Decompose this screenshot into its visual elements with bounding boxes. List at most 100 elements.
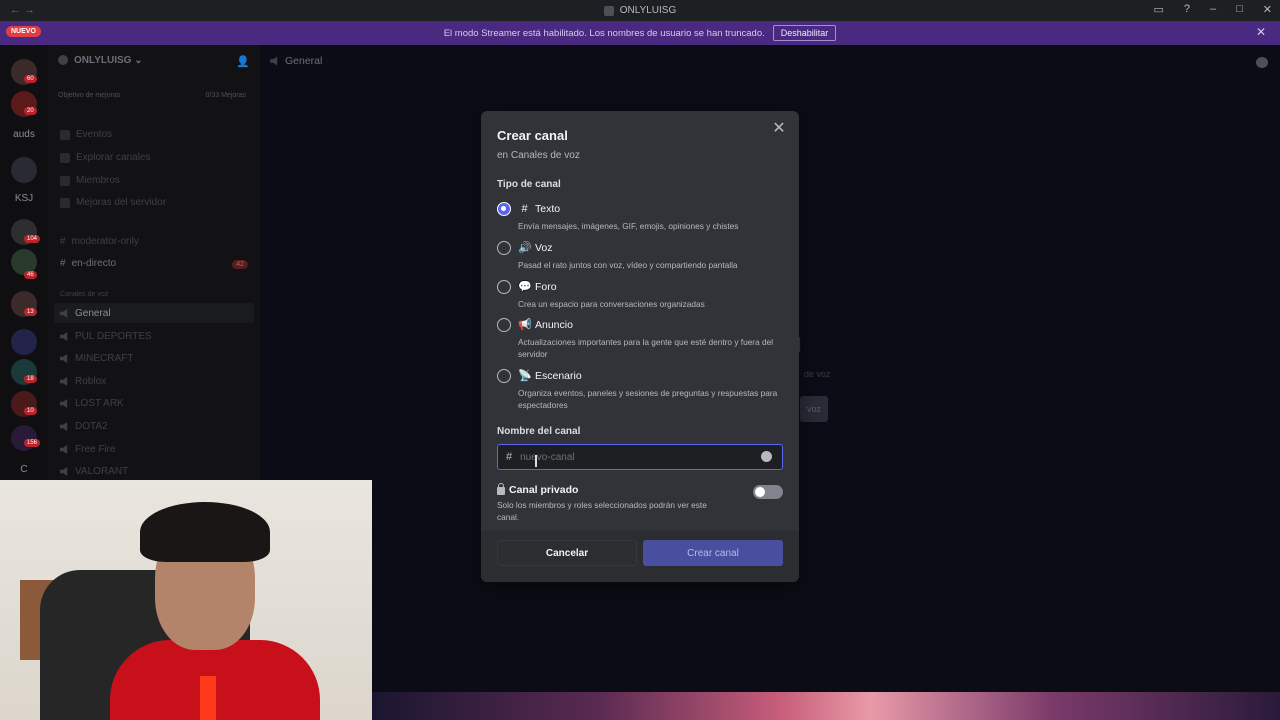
channel-title: General xyxy=(285,55,323,67)
speaker-icon xyxy=(60,445,68,454)
voice-channel-general[interactable]: General xyxy=(60,308,111,319)
voice-channel[interactable]: PUL DEPORTES xyxy=(60,331,152,342)
chat-icon[interactable] xyxy=(1256,57,1268,68)
rail-badge: 46 xyxy=(24,271,37,279)
private-channel-desc: Solo los miembros y roles seleccionados … xyxy=(497,500,707,522)
speaker-icon xyxy=(60,422,68,431)
lock-icon xyxy=(497,483,505,495)
voice-channel[interactable]: MINECRAFT xyxy=(60,353,133,364)
calendar-icon xyxy=(60,129,70,140)
banner-close-icon[interactable]: ✕ xyxy=(1256,25,1266,39)
megaphone-icon: 📢 xyxy=(518,319,532,331)
server-avatar[interactable] xyxy=(11,425,37,451)
rail-badge: 18 xyxy=(24,375,37,383)
speaker-icon xyxy=(60,467,68,476)
rail-badge: 20 xyxy=(24,107,37,115)
nav-events[interactable]: Eventos xyxy=(60,129,112,140)
option-desc: Organiza eventos, paneles y sesiones de … xyxy=(518,388,778,410)
nav-members[interactable]: Miembros xyxy=(60,175,120,186)
speaker-icon xyxy=(60,399,68,408)
boost-goal[interactable]: Objetivo de mejoras 0/33 Mejoras xyxy=(58,92,246,99)
channel-name-input[interactable] xyxy=(520,451,751,463)
speaker-icon xyxy=(60,332,68,341)
modal-subtitle: en Canales de voz xyxy=(497,150,580,161)
hash-icon: # xyxy=(60,258,66,269)
help-icon[interactable]: ? xyxy=(1184,3,1190,16)
text-cursor xyxy=(535,455,537,467)
cancel-button[interactable]: Cancelar xyxy=(497,540,637,566)
option-label: Escenario xyxy=(535,370,582,382)
channel-type-label: Tipo de canal xyxy=(497,179,561,190)
voice-channel[interactable]: LOST ARK xyxy=(60,398,124,409)
option-desc: Pasad el rato juntos con voz, vídeo y co… xyxy=(518,260,738,270)
voice-category[interactable]: Canales de voz xyxy=(60,291,108,298)
option-label: Anuncio xyxy=(535,319,573,331)
server-name: ONLYLUISG xyxy=(74,55,132,66)
nav-explore[interactable]: Explorar canales xyxy=(60,152,150,163)
radio-text[interactable] xyxy=(497,202,511,216)
option-desc: Actualizaciones importantes para la gent… xyxy=(518,337,774,359)
maximize-icon[interactable]: □ xyxy=(1236,3,1243,16)
explore-icon xyxy=(60,152,70,163)
speaker-icon xyxy=(60,377,68,386)
private-channel-label: Canal privado xyxy=(497,483,578,496)
close-icon[interactable]: ✕ xyxy=(771,121,787,137)
channel-en-directo[interactable]: # en-directo xyxy=(60,258,116,269)
boost-icon xyxy=(60,197,70,208)
forum-icon: 💬 xyxy=(518,281,532,293)
window-title: ONLYLUISG xyxy=(619,5,677,16)
nav-boosts[interactable]: Mejoras del servidor xyxy=(60,197,166,208)
join-voice-button[interactable]: voz xyxy=(800,396,828,422)
channel-name-label: Nombre del canal xyxy=(497,426,581,437)
channel-name-field[interactable]: # xyxy=(497,444,783,470)
option-label: Voz xyxy=(535,242,553,254)
rail-badge: 13 xyxy=(24,308,37,316)
rail-badge: 10 xyxy=(24,407,37,415)
channel-sidebar: ONLYLUISG ⌄ 👤 Objetivo de mejoras 0/33 M… xyxy=(48,45,260,480)
rail-badge: 60 xyxy=(24,75,37,83)
hash-icon: # xyxy=(506,451,513,463)
modal-title: Crear canal xyxy=(497,128,568,143)
speaker-icon xyxy=(60,309,68,318)
inbox-icon[interactable]: ▭ xyxy=(1153,3,1163,16)
rail-label[interactable]: C xyxy=(0,464,48,475)
channel-header: General xyxy=(270,55,322,67)
server-avatar[interactable] xyxy=(11,157,37,183)
radio-stage[interactable] xyxy=(497,369,511,383)
voice-channel[interactable]: VALORANT xyxy=(60,466,128,477)
invite-icon[interactable]: 👤 xyxy=(236,55,250,68)
speaker-icon: 🔊 xyxy=(518,242,532,254)
voice-channel[interactable]: DOTA2 xyxy=(60,421,108,432)
voice-channel[interactable]: Roblox xyxy=(60,376,106,387)
option-label: Foro xyxy=(535,281,557,293)
members-icon xyxy=(60,175,70,186)
goal-progress: 0/33 Mejoras xyxy=(205,92,246,99)
minimize-icon[interactable]: – xyxy=(1210,3,1216,16)
radio-announcement[interactable] xyxy=(497,318,511,332)
voice-channel[interactable]: Free Fire xyxy=(60,444,116,455)
speaker-icon xyxy=(60,354,68,363)
emoji-icon[interactable] xyxy=(761,451,772,462)
disable-streamer-button[interactable]: Deshabilitar xyxy=(772,25,837,41)
new-badge: NUEVO xyxy=(6,26,41,37)
rail-badge: 156 xyxy=(24,439,41,447)
stream-preview xyxy=(372,692,1280,720)
rail-label[interactable]: auds xyxy=(0,129,48,140)
option-desc: Crea un espacio para conversaciones orga… xyxy=(518,299,705,309)
speaker-icon xyxy=(270,56,278,66)
radio-voice[interactable] xyxy=(497,241,511,255)
radio-forum[interactable] xyxy=(497,280,511,294)
back-forward-icons[interactable]: ← → xyxy=(10,4,35,16)
channel-moderator-only[interactable]: # moderator-only xyxy=(60,236,139,247)
create-channel-button[interactable]: Crear canal xyxy=(643,540,783,566)
private-toggle[interactable] xyxy=(753,485,783,499)
hash-icon: # xyxy=(521,203,528,215)
close-window-icon[interactable]: ✕ xyxy=(1263,3,1272,16)
rail-label[interactable]: KSJ xyxy=(0,193,48,204)
streamer-mode-banner: NUEVO El modo Streamer está habilitado. … xyxy=(0,21,1280,45)
goal-label: Objetivo de mejoras xyxy=(58,92,121,99)
option-label: Texto xyxy=(535,203,561,215)
server-icon xyxy=(603,5,614,16)
server-avatar[interactable] xyxy=(11,329,37,355)
server-header[interactable]: ONLYLUISG ⌄ xyxy=(58,55,143,66)
